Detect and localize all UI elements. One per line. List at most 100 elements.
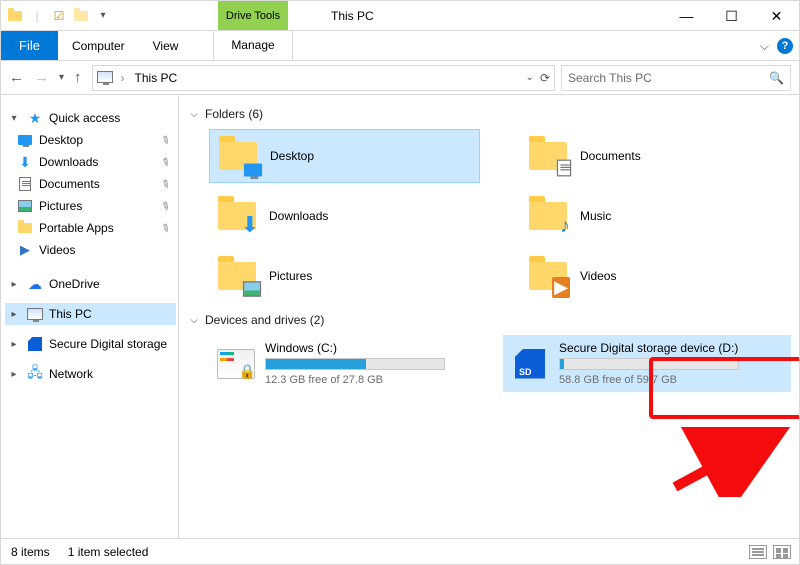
qat-properties-icon[interactable]: ☑ (51, 8, 67, 24)
drives-grid: 🔒 Windows (C:) 12.3 GB free of 27.8 GB S… (209, 335, 791, 392)
folder-label: Documents (580, 149, 641, 163)
nav-onedrive[interactable]: ▸ ☁ OneDrive (5, 273, 176, 295)
star-icon: ★ (27, 110, 43, 126)
titlebar: | ☑ ▾ This PC — ☐ ✕ (1, 1, 799, 31)
download-overlay-icon: ⬇ (241, 212, 259, 238)
desktop-icon (17, 132, 33, 148)
group-header-label: Folders (6) (205, 107, 263, 121)
group-header-drives[interactable]: ⌵ Devices and drives (2) (189, 311, 791, 335)
ribbon-tab-manage[interactable]: Manage (213, 30, 293, 60)
drive-tile-c[interactable]: 🔒 Windows (C:) 12.3 GB free of 27.8 GB (209, 335, 497, 392)
nav-item-label: Videos (39, 243, 75, 257)
ribbon-file-tab[interactable]: File (1, 31, 58, 60)
folder-tile-music[interactable]: ♪ Music (520, 189, 791, 243)
os-drive-icon: 🔒 (217, 349, 255, 379)
group-header-label: Devices and drives (2) (205, 313, 324, 327)
document-overlay-icon (558, 161, 570, 178)
address-dropdown-icon[interactable]: ⌄ (526, 72, 534, 83)
nav-item-downloads[interactable]: ⬇ Downloads ✎ (5, 151, 176, 173)
pin-icon: ✎ (158, 132, 172, 148)
ribbon-tab-view[interactable]: View (139, 31, 193, 60)
status-item-count: 8 items (11, 545, 50, 559)
chevron-right-icon: ▸ (9, 369, 19, 380)
capacity-fill (560, 359, 564, 369)
close-button[interactable]: ✕ (754, 1, 799, 31)
folder-tile-desktop[interactable]: Desktop (209, 129, 480, 183)
drive-tile-d[interactable]: Secure Digital storage device (D:) 58.8 … (503, 335, 791, 392)
pc-icon (27, 306, 43, 322)
qat-newfolder-icon[interactable] (73, 8, 89, 24)
nav-quick-access-label: Quick access (49, 111, 120, 125)
search-input[interactable]: Search This PC 🔍 (561, 65, 791, 91)
view-details-button[interactable] (749, 545, 767, 559)
refresh-icon[interactable]: ⟳ (540, 71, 550, 85)
nav-item-portable-apps[interactable]: Portable Apps ✎ (5, 217, 176, 239)
ribbon-context-caption: Drive Tools (218, 1, 288, 30)
up-button[interactable]: ↑ (74, 69, 82, 86)
drive-free-text: 58.8 GB free of 59.7 GB (559, 374, 739, 386)
drive-free-text: 12.3 GB free of 27.8 GB (265, 374, 445, 386)
folder-icon (528, 136, 568, 176)
search-icon: 🔍 (769, 71, 784, 85)
address-toolbar: ← → ▾ ↑ › This PC ⌄ ⟳ Search This PC 🔍 (1, 61, 799, 95)
pictures-overlay-icon (245, 283, 259, 298)
folder-label: Downloads (269, 209, 328, 223)
folder-icon (217, 256, 257, 296)
folder-icon: ▶ (528, 256, 568, 296)
folder-label: Desktop (270, 149, 314, 163)
nav-sd-device[interactable]: ▸ Secure Digital storage (5, 333, 176, 355)
videos-overlay-icon: ▶ (552, 277, 570, 298)
qat-customize-dropdown[interactable]: ▾ (95, 8, 111, 24)
folder-icon (218, 136, 258, 176)
capacity-bar (559, 358, 739, 370)
music-overlay-icon: ♪ (560, 215, 570, 238)
ribbon-tab-computer[interactable]: Computer (58, 31, 139, 60)
search-placeholder: Search This PC (568, 71, 652, 85)
breadcrumb[interactable]: This PC (131, 71, 182, 85)
view-tiles-button[interactable] (773, 545, 791, 559)
nav-quick-access[interactable]: ▾ ★ Quick access (5, 107, 176, 129)
chevron-down-icon: ⌵ (189, 109, 199, 120)
nav-item-pictures[interactable]: Pictures ✎ (5, 195, 176, 217)
minimize-button[interactable]: — (664, 1, 709, 31)
recent-locations-dropdown[interactable]: ▾ (59, 72, 64, 83)
chevron-down-icon: ▾ (9, 113, 19, 124)
pin-icon: ✎ (158, 198, 172, 214)
folder-tile-videos[interactable]: ▶ Videos (520, 249, 791, 303)
desktop-overlay-icon (246, 164, 260, 178)
app-folder-icon (7, 8, 23, 24)
download-icon: ⬇ (17, 154, 33, 170)
folder-icon (17, 220, 33, 236)
lock-icon: 🔒 (239, 363, 256, 380)
ribbon-expand-chevron-icon[interactable]: ⌵ (760, 39, 769, 54)
folder-tile-pictures[interactable]: Pictures (209, 249, 480, 303)
maximize-button[interactable]: ☐ (709, 1, 754, 31)
nav-item-documents[interactable]: Documents ✎ (5, 173, 176, 195)
help-icon[interactable]: ? (777, 38, 793, 54)
address-bar[interactable]: › This PC ⌄ ⟳ (92, 65, 555, 91)
sd-drive-icon (511, 347, 549, 381)
group-header-folders[interactable]: ⌵ Folders (6) (189, 105, 791, 129)
capacity-bar (265, 358, 445, 370)
folder-label: Videos (580, 269, 616, 283)
chevron-right-icon: ▸ (9, 279, 19, 290)
nav-item-desktop[interactable]: Desktop ✎ (5, 129, 176, 151)
folder-tile-downloads[interactable]: ⬇ Downloads (209, 189, 480, 243)
status-bar: 8 items 1 item selected (1, 538, 799, 564)
chevron-right-icon: ▸ (9, 339, 19, 350)
nav-network[interactable]: ▸ 🖧 Network (5, 363, 176, 385)
nav-item-label: This PC (49, 307, 92, 321)
pin-icon: ✎ (158, 154, 172, 170)
nav-item-label: Desktop (39, 133, 83, 147)
back-button[interactable]: ← (9, 69, 24, 86)
nav-this-pc[interactable]: ▸ This PC (5, 303, 176, 325)
nav-item-videos[interactable]: ▶ Videos (5, 239, 176, 261)
nav-item-label: OneDrive (49, 277, 100, 291)
drive-name: Windows (C:) (265, 341, 445, 355)
forward-button[interactable]: → (34, 69, 49, 86)
network-icon: 🖧 (27, 366, 43, 382)
chevron-right-icon: ▸ (9, 309, 19, 320)
address-thispc-icon (97, 71, 115, 85)
drive-name: Secure Digital storage device (D:) (559, 341, 739, 355)
folder-tile-documents[interactable]: Documents (520, 129, 791, 183)
